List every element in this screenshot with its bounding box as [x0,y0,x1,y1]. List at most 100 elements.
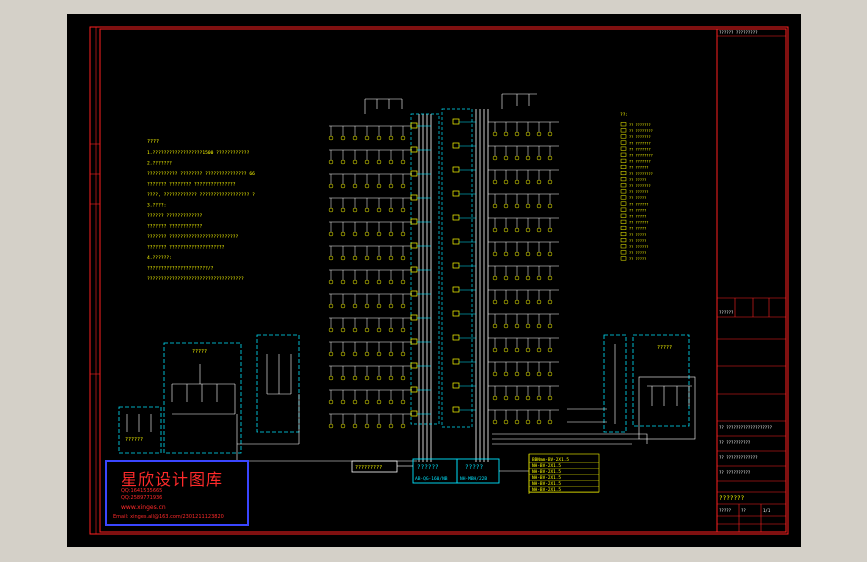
legend-symbol [620,244,627,249]
legend-row: ?? ????? [629,233,646,237]
legend-row: ?? ???????? [629,154,653,158]
main-box-right-label: ????? [465,464,483,471]
legend-row: ?? ????? [629,239,646,243]
outlet-symbol [525,155,531,161]
title-block-text: ?????? ????????? ?????? ?? ?????????????… [719,30,773,513]
outlet-symbol [536,155,542,161]
outlet-symbol [376,351,382,357]
left-breaker [410,266,418,273]
legend-row: ?? ????? [629,196,646,200]
outlet-symbol [492,323,498,329]
outlet-symbol [328,183,334,189]
note-line: 1.??????????????????1500 ???????????? [147,150,250,156]
legend-row: ?? ?????? [629,166,648,170]
note-line: 2.??????? [147,161,172,167]
stamp-qq1: QQ:1641535665 [121,488,163,494]
right-breaker [452,262,460,269]
legend-symbol [620,177,627,182]
outlet-symbol [340,423,346,429]
outlet-symbol [503,227,509,233]
right-breaker [452,334,460,341]
outlet-symbol [376,255,382,261]
legend-row: ?? ????? [629,215,646,219]
outlet-symbol [340,183,346,189]
outlet-symbol [400,159,406,165]
outlet-symbol [352,159,358,165]
main-box-left-label: ?????? [417,464,439,471]
legend-symbol [620,213,627,218]
outlet-symbol [492,395,498,401]
left-breaker [410,170,418,177]
stamp-website: www.xinges.cn [121,504,166,511]
outlet-symbol [547,323,553,329]
outlet-symbol [492,131,498,137]
outlet-symbol [514,419,520,425]
outlet-symbol [547,179,553,185]
outlet-symbol [364,135,370,141]
legend-symbol [620,134,627,139]
outlet-symbol [364,207,370,213]
outlet-symbol [525,395,531,401]
floor-distribution-rows [328,93,559,429]
note-line: 4.??????: [147,255,172,261]
outlet-symbol [388,207,394,213]
outlet-symbol [340,255,346,261]
riser-trunks [418,109,489,462]
outlet-symbol [503,251,509,257]
outlet-symbol [388,279,394,285]
legend-symbol [620,146,627,151]
outlet-symbol [352,423,358,429]
cable-note: NH-BV-2X1.5 [532,463,561,469]
legend-row: ?? ?????? [629,202,648,206]
outlet-symbol [536,131,542,137]
outlet-symbol [400,375,406,381]
outlet-symbol [376,183,382,189]
outlet-symbol [514,395,520,401]
floor-row [328,214,559,237]
outlet-symbol [525,371,531,377]
outlet-symbol [547,299,553,305]
stamp-header: ?????? [719,310,734,315]
outlet-symbol [328,255,334,261]
outlet-symbol [400,423,406,429]
legend-symbol [620,195,627,200]
outlet-symbol [503,419,509,425]
outlet-symbol [376,159,382,165]
outlet-symbol [364,183,370,189]
left-breaker [410,194,418,201]
legend-row: ?? ??????? [629,141,651,145]
outlet-symbol [525,251,531,257]
outlet-symbol [525,179,531,185]
left-breaker [410,386,418,393]
outlet-symbol [503,323,509,329]
outlet-symbol [364,375,370,381]
outlet-symbol [547,251,553,257]
outlet-symbol [514,251,520,257]
outlet-symbol [364,303,370,309]
project-row-4: ?? ?????????? [719,470,751,475]
outlet-symbol [547,419,553,425]
right-breaker [452,382,460,389]
outlet-symbol [400,255,406,261]
drawing-viewport[interactable]: ???? 1.??????????????????1500 ???????????… [67,14,801,547]
outlet-symbol [525,275,531,281]
legend-row: ?? ??????? [629,160,651,164]
panel-left-upper-label: ????? [192,349,207,355]
outlet-symbol [503,203,509,209]
outlet-symbol [376,135,382,141]
outlet-symbol [340,207,346,213]
legend-row: ?? ??????? [629,147,651,151]
outlet-symbol [388,159,394,165]
riser-cabinets-outline [410,108,473,428]
outlet-symbol [388,303,394,309]
outlet-symbol [388,255,394,261]
outlet-symbol [352,231,358,237]
outlet-symbol [352,279,358,285]
outlet-symbol [340,375,346,381]
right-breaker [452,358,460,365]
panel-right-label: ????? [657,345,672,351]
legend-symbol [620,158,627,163]
outlet-symbol [536,419,542,425]
floor-row [328,142,559,165]
outlet-symbol [400,183,406,189]
